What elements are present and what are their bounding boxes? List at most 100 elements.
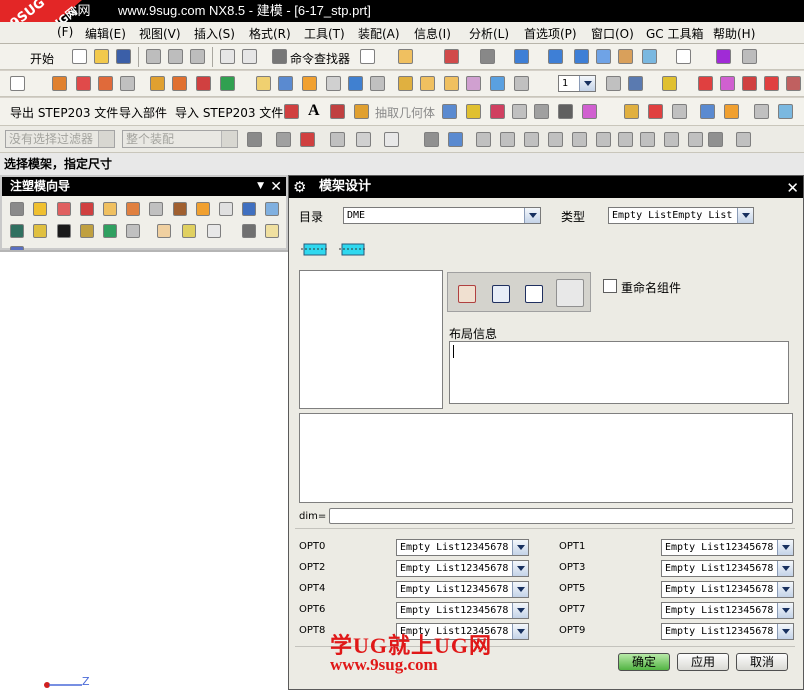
slider-icon[interactable] xyxy=(265,202,279,216)
keyboard-icon[interactable] xyxy=(754,104,769,119)
rename-checkbox[interactable] xyxy=(603,279,617,293)
pocket-icon[interactable] xyxy=(157,224,171,238)
endpoint-icon[interactable] xyxy=(476,132,491,147)
display-icon[interactable] xyxy=(778,104,793,119)
cavity-layout-icon[interactable] xyxy=(103,202,117,216)
move-face-icon[interactable] xyxy=(672,104,687,119)
body-icon[interactable] xyxy=(442,104,457,119)
cone-icon[interactable] xyxy=(302,76,317,91)
cube-wire-icon[interactable] xyxy=(574,49,589,64)
binoculars-icon[interactable] xyxy=(272,49,287,64)
mold-csys-icon[interactable] xyxy=(33,202,47,216)
menu-tools[interactable]: 工具(T) xyxy=(304,25,345,42)
menu-edit[interactable]: 编辑(E) xyxy=(85,25,126,42)
datum-icon[interactable] xyxy=(220,76,235,91)
select-solid-icon[interactable] xyxy=(448,132,463,147)
shrinkage-icon[interactable] xyxy=(57,202,71,216)
menu-insert[interactable]: 插入(S) xyxy=(194,25,235,42)
edit-moldbase-icon[interactable] xyxy=(556,279,584,307)
opt4-select[interactable]: Empty List12345678 xyxy=(396,581,529,598)
gear-icon[interactable]: ⚙ xyxy=(293,176,306,198)
cylinder-icon[interactable] xyxy=(278,76,293,91)
line-icon[interactable] xyxy=(330,104,345,119)
copy-icon[interactable] xyxy=(168,49,183,64)
menu-assembly[interactable]: 装配(A) xyxy=(358,25,400,42)
layer-settings-icon[interactable] xyxy=(606,76,621,91)
sketch-icon[interactable] xyxy=(52,76,67,91)
point-on-surface-icon[interactable] xyxy=(708,132,723,147)
delete-face-icon[interactable] xyxy=(648,104,663,119)
save-icon[interactable] xyxy=(116,49,131,64)
layer-select[interactable]: 1 xyxy=(558,75,596,92)
start-button[interactable]: 开始 xyxy=(30,50,54,67)
snap-line-icon[interactable] xyxy=(330,132,345,147)
move-layer-icon[interactable] xyxy=(628,76,643,91)
block-icon[interactable] xyxy=(256,76,271,91)
face-icon[interactable] xyxy=(490,104,505,119)
synchronous-icon[interactable] xyxy=(700,104,715,119)
arrow-icon[interactable] xyxy=(558,104,573,119)
navigator-close-icon[interactable]: ✕ xyxy=(270,178,282,197)
cube-shaded-icon[interactable] xyxy=(548,49,563,64)
stitch-icon[interactable] xyxy=(512,104,527,119)
paste-icon[interactable] xyxy=(190,49,205,64)
cut-icon[interactable] xyxy=(146,49,161,64)
snap-icon[interactable] xyxy=(742,49,757,64)
opt1-select[interactable]: Empty List12345678 xyxy=(661,539,794,556)
dialog-close-icon[interactable]: ✕ xyxy=(786,177,799,199)
scope-filter-select[interactable]: 整个装配 xyxy=(122,130,238,148)
boolean-icon[interactable] xyxy=(120,76,135,91)
ejector-icon[interactable] xyxy=(242,202,256,216)
offset-icon[interactable] xyxy=(444,76,459,91)
opt3-select[interactable]: Empty List12345678 xyxy=(661,560,794,577)
draft-icon[interactable] xyxy=(466,76,481,91)
menu-info[interactable]: 信息(I) xyxy=(414,25,451,42)
split-icon[interactable] xyxy=(420,76,435,91)
menu-file[interactable]: (F) xyxy=(57,25,73,39)
opt0-select[interactable]: Empty List12345678 xyxy=(396,539,529,556)
grid-snap-icon[interactable] xyxy=(736,132,751,147)
apply-button[interactable]: 应用 xyxy=(677,653,729,671)
navigator-dropdown-icon[interactable]: ▼ xyxy=(257,177,264,196)
mold-tools-icon[interactable] xyxy=(173,202,187,216)
text-icon[interactable]: A xyxy=(308,102,320,120)
sew-icon[interactable] xyxy=(582,104,597,119)
perpendicular-icon[interactable] xyxy=(596,132,611,147)
filter-icon[interactable] xyxy=(247,132,262,147)
menu-analysis[interactable]: 分析(L) xyxy=(469,25,509,42)
shell-icon[interactable] xyxy=(98,76,113,91)
select-body-icon[interactable] xyxy=(424,132,439,147)
workpiece-icon[interactable] xyxy=(80,202,94,216)
menu-help[interactable]: 帮助(H) xyxy=(713,25,755,42)
dim-input[interactable] xyxy=(329,508,793,524)
edge-blend-icon[interactable] xyxy=(348,76,363,91)
bom-icon[interactable] xyxy=(182,224,196,238)
command-finder-button[interactable]: 命令查找器 xyxy=(290,50,350,67)
wcs-icon[interactable] xyxy=(662,76,677,91)
opt6-select[interactable]: Empty List12345678 xyxy=(396,602,529,619)
snap-curve-icon[interactable] xyxy=(356,132,371,147)
menu-format[interactable]: 格式(R) xyxy=(249,25,291,42)
point-on-curve-icon[interactable] xyxy=(688,132,703,147)
rectangle-select-icon[interactable] xyxy=(384,132,399,147)
selection-icon[interactable] xyxy=(398,49,413,64)
control-point-icon[interactable] xyxy=(524,132,539,147)
patch-icon[interactable] xyxy=(534,104,549,119)
pattern-icon[interactable] xyxy=(490,76,505,91)
grid-icon[interactable] xyxy=(444,49,459,64)
import-part-button[interactable]: 导入部件 xyxy=(119,104,167,121)
revolve-icon[interactable] xyxy=(172,76,187,91)
cube-icon[interactable] xyxy=(514,49,529,64)
book-icon[interactable] xyxy=(466,104,481,119)
moldbase-icon[interactable] xyxy=(196,202,210,216)
orient-icon[interactable] xyxy=(716,49,731,64)
electrode-icon[interactable] xyxy=(103,224,117,238)
spreadsheet-icon[interactable] xyxy=(492,285,510,303)
opt2-select[interactable]: Empty List12345678 xyxy=(396,560,529,577)
gate-icon[interactable] xyxy=(33,224,47,238)
point-icon[interactable] xyxy=(698,76,713,91)
snap-plus-icon[interactable] xyxy=(300,132,315,147)
trim-mold-icon[interactable] xyxy=(126,224,140,238)
undo-icon[interactable] xyxy=(220,49,235,64)
extract-icon[interactable] xyxy=(354,104,369,119)
